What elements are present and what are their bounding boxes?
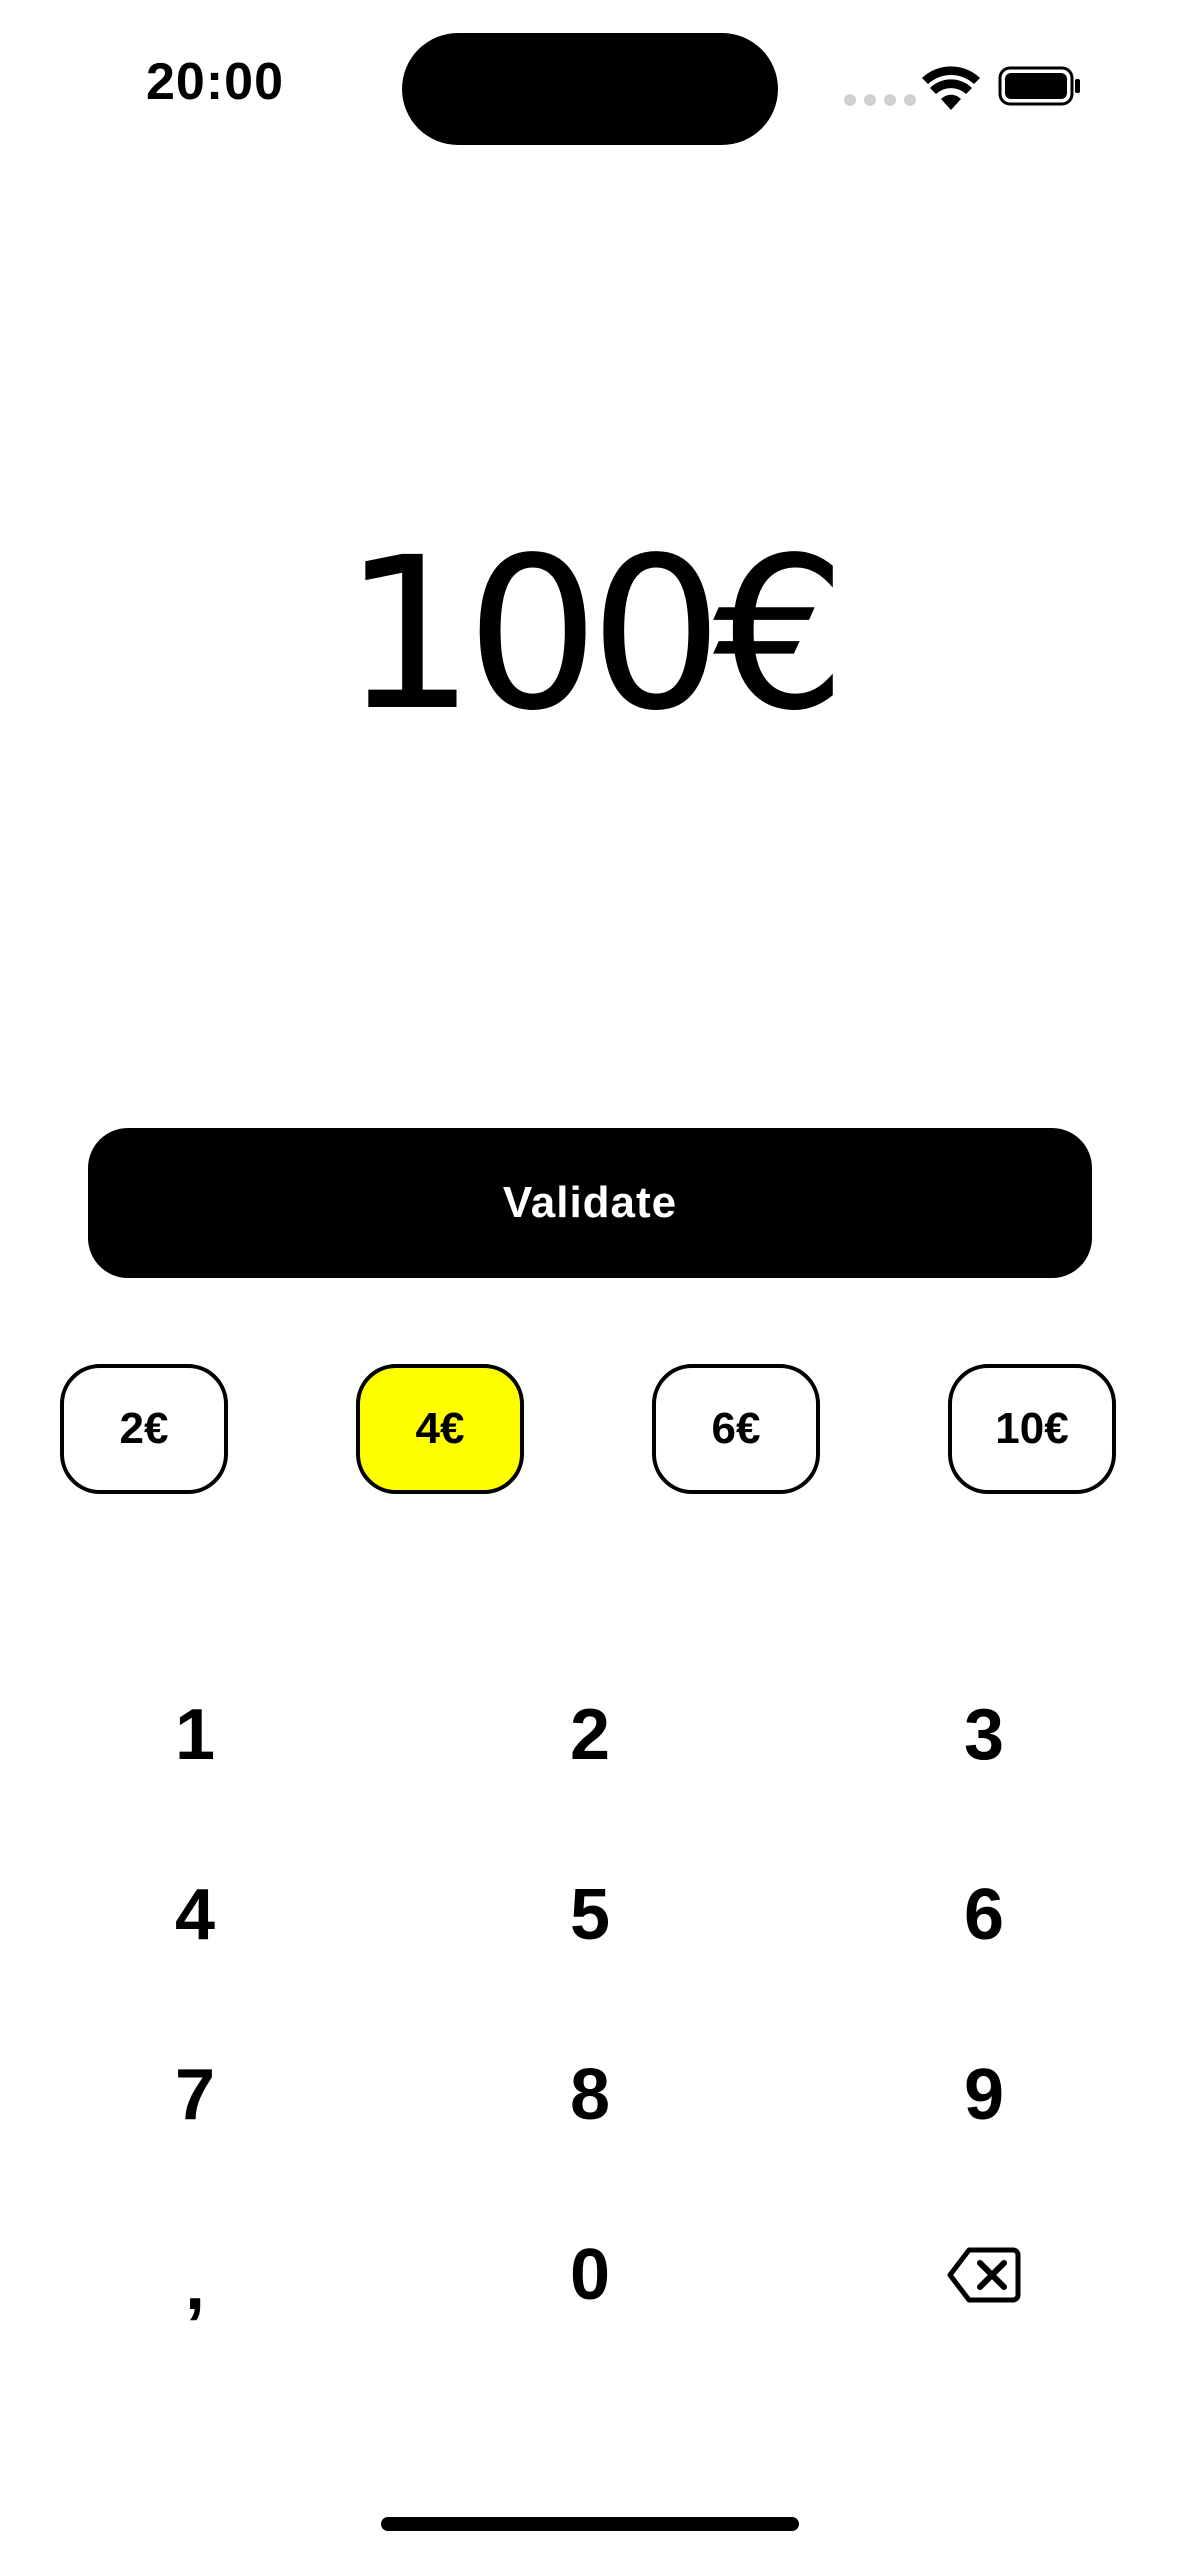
- key-8[interactable]: 8: [490, 2025, 690, 2165]
- tip-button-6[interactable]: 6€: [652, 1364, 820, 1494]
- status-time: 20:00: [146, 53, 284, 111]
- backspace-icon: [947, 2247, 1021, 2303]
- key-0[interactable]: 0: [490, 2205, 690, 2345]
- status-bar: 20:00: [0, 0, 1179, 170]
- key-2[interactable]: 2: [490, 1665, 690, 1805]
- wifi-icon: [922, 66, 980, 110]
- battery-icon: [998, 66, 1080, 106]
- amount-display: 100€: [342, 512, 846, 757]
- key-4[interactable]: 4: [95, 1845, 295, 1985]
- backspace-button[interactable]: [884, 2205, 1084, 2345]
- tip-button-4[interactable]: 4€: [356, 1364, 524, 1494]
- key-comma[interactable]: ,: [95, 2215, 295, 2355]
- key-1[interactable]: 1: [95, 1665, 295, 1805]
- key-3[interactable]: 3: [884, 1665, 1084, 1805]
- tip-button-2[interactable]: 2€: [60, 1364, 228, 1494]
- key-9[interactable]: 9: [884, 2025, 1084, 2165]
- home-indicator[interactable]: [381, 2517, 799, 2531]
- key-6[interactable]: 6: [884, 1845, 1084, 1985]
- tip-button-10[interactable]: 10€: [948, 1364, 1116, 1494]
- dynamic-island: [402, 33, 778, 145]
- key-5[interactable]: 5: [490, 1845, 690, 1985]
- cellular-signal-icon: [844, 94, 916, 106]
- validate-button[interactable]: Validate: [88, 1128, 1092, 1278]
- key-7[interactable]: 7: [95, 2025, 295, 2165]
